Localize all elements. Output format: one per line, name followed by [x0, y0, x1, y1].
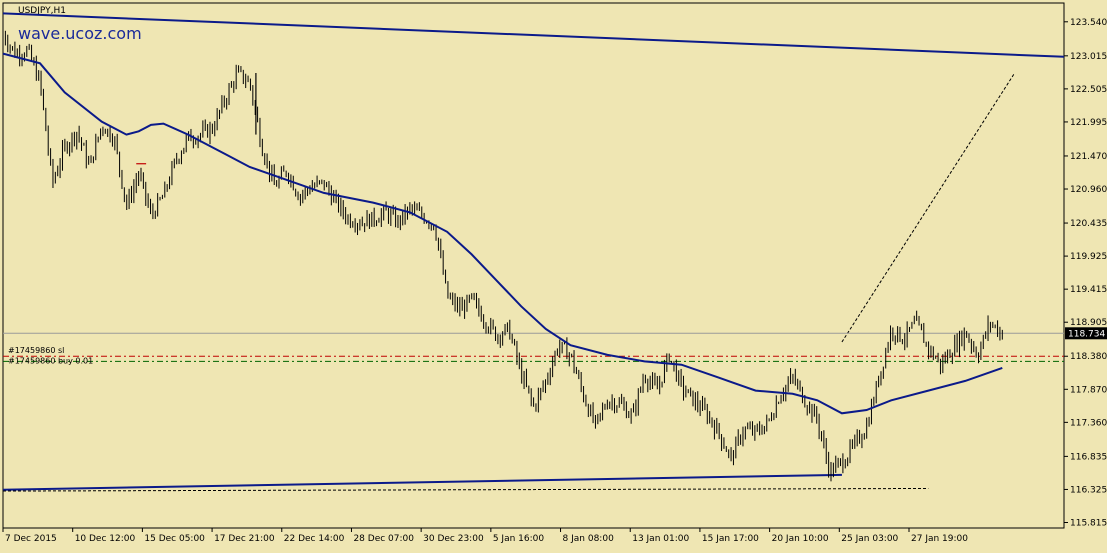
y-tick-label: 117.360: [1070, 418, 1107, 428]
x-tick-label: 25 Jan 03:00: [841, 534, 898, 544]
watermark-text: wave.ucoz.com: [18, 24, 142, 43]
x-tick-label: 15 Dec 05:00: [144, 534, 205, 544]
y-tick-label: 119.925: [1070, 252, 1107, 262]
chart-window: USDJPY,H1 wave.ucoz.com #17459860 sl #174…: [0, 0, 1107, 549]
x-tick-label: 7 Dec 2015: [5, 534, 57, 544]
x-tick-label: 15 Jan 17:00: [702, 534, 759, 544]
x-tick-label: 22 Dec 14:00: [284, 534, 345, 544]
y-tick-label: 115.815: [1070, 518, 1107, 528]
y-tick-label: 116.325: [1070, 485, 1107, 495]
current-price-value: 118.734: [1068, 329, 1105, 339]
y-tick-label: 122.505: [1070, 85, 1107, 95]
x-tick-label: 13 Jan 01:00: [632, 534, 689, 544]
y-tick-label: 117.870: [1070, 385, 1107, 395]
y-tick-label: 118.905: [1070, 318, 1107, 328]
y-tick-label: 120.435: [1070, 219, 1107, 229]
y-tick-label: 123.540: [1070, 18, 1107, 28]
x-tick-label: 27 Jan 19:00: [911, 534, 968, 544]
y-tick-label: 119.415: [1070, 285, 1107, 295]
x-tick-label: 5 Jan 16:00: [493, 534, 545, 544]
x-tick-label: 28 Dec 07:00: [353, 534, 414, 544]
price-chart[interactable]: USDJPY,H1 wave.ucoz.com #17459860 sl#174…: [0, 0, 1107, 549]
x-tick-label: 8 Jan 08:00: [563, 534, 615, 544]
x-tick-label: 20 Jan 10:00: [772, 534, 829, 544]
x-tick-label: 10 Dec 12:00: [75, 534, 136, 544]
chart-background: [0, 0, 1107, 549]
x-tick-label: 17 Dec 21:00: [214, 534, 275, 544]
y-tick-label: 120.960: [1070, 185, 1107, 195]
y-tick-label: 121.995: [1070, 118, 1107, 128]
y-tick-label: 116.835: [1070, 452, 1107, 462]
stop-loss-label: #17459860 sl: [8, 346, 64, 355]
current-price-marker: 118.734: [1065, 327, 1107, 340]
y-tick-label: 118.380: [1070, 352, 1107, 362]
y-tick-label: 121.470: [1070, 152, 1107, 162]
y-tick-label: 123.015: [1070, 52, 1107, 62]
buy-order-label: #17459860 buy 0.01: [8, 356, 93, 365]
x-tick-label: 30 Dec 23:00: [423, 534, 484, 544]
